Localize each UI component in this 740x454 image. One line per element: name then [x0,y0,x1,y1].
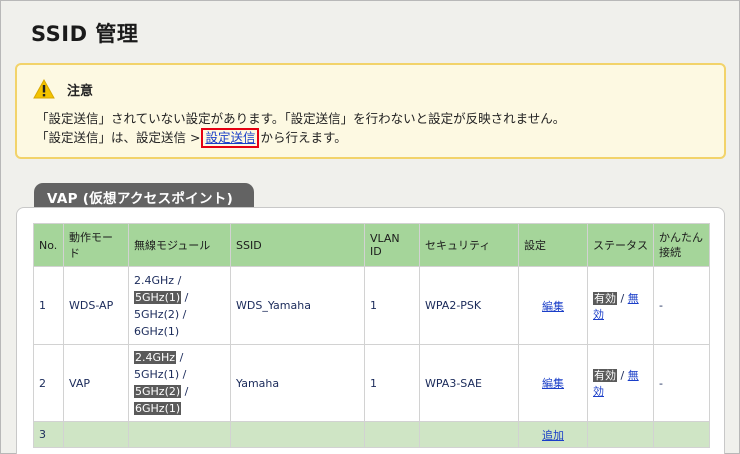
table-row: 1 WDS-AP 2.4GHz /5GHz(1) /5GHz(2) /6GHz(1)… [33,266,710,345]
col-easy-connect-line2: 接続 [659,246,681,259]
module-label-selected: 5GHz(2) [134,385,182,398]
table-cell [419,421,519,448]
table-cell [653,421,710,448]
col-ssid: SSID [230,223,365,267]
module-label: 6GHz(1) [134,324,180,338]
cell-no: 2 [33,344,64,422]
notice-line-2-suffix: から行えます。 [260,130,347,145]
cell-ssid: Yamaha [230,344,365,422]
module-item: 5GHz(1) / [134,289,225,306]
edit-link[interactable]: 編集 [542,300,564,313]
table-cell: 3 [33,421,64,448]
table-row-empty: 3 追加 [33,421,710,448]
warning-icon [33,79,55,99]
module-label: 5GHz(1) [134,368,180,381]
cell-easy-connect: - [653,344,710,422]
send-settings-link[interactable]: 設定送信 [201,128,260,148]
notice-line-2-prefix: 「設定送信」は、設定送信 > [36,130,201,145]
col-settings: 設定 [518,223,588,267]
table-cell [587,421,654,448]
cell-settings: 編集 [518,266,588,345]
module-label-selected: 2.4GHz [134,351,177,364]
cell-mode: WDS-AP [63,266,129,345]
module-separator: / [181,385,189,398]
col-vlan: VLAN ID [364,223,420,267]
vap-table-header: No. 動作モード 無線モジュール SSID VLAN ID セキュリティ 設定… [33,223,710,267]
module-separator: / [174,273,182,287]
status-separator: / [617,291,628,305]
vap-section-tab: VAP (仮想アクセスポイント) [34,183,254,207]
cell-no: 1 [33,266,64,345]
page-title: SSID 管理 [31,22,139,46]
table-cell: 追加 [518,421,588,448]
module-item: 2.4GHz / [134,272,225,289]
table-cell [63,421,129,448]
table-cell [364,421,420,448]
module-label: 2.4GHz [134,273,175,287]
notice-line-1: 「設定送信」されていない設定があります。「設定送信」を行わないと設定が反映されま… [36,111,566,126]
module-separator: / [179,307,187,321]
col-mode: 動作モード [63,223,129,267]
cell-easy-connect: - [653,266,710,345]
cell-module: 2.4GHz /5GHz(1) /5GHz(2) /6GHz(1) [128,344,231,422]
notice-line-2: 「設定送信」は、設定送信 > 設定送信 から行えます。 [36,127,347,148]
col-no: No. [33,223,64,267]
cell-ssid: WDS_Yamaha [230,266,365,345]
table-cell [230,421,365,448]
cell-status: 有効 / 無効 [587,344,654,422]
module-label-selected: 6GHz(1) [134,402,182,415]
notice-box: 注意 「設定送信」されていない設定があります。「設定送信」を行わないと設定が反映… [15,63,726,159]
cell-module: 2.4GHz /5GHz(1) /5GHz(2) /6GHz(1) [128,266,231,345]
vap-table: No. 動作モード 無線モジュール SSID VLAN ID セキュリティ 設定… [33,223,710,448]
module-item: 5GHz(2) / [134,383,225,400]
module-item: 6GHz(1) [134,323,225,340]
cell-vlan: 1 [364,266,420,345]
col-status: ステータス [587,223,654,267]
module-separator: / [176,351,184,364]
notice-title: 注意 [67,83,94,99]
module-label-selected: 5GHz(1) [134,290,182,304]
cell-status: 有効 / 無効 [587,266,654,345]
module-separator: / [181,290,189,304]
cell-security: WPA3-SAE [419,344,519,422]
edit-link[interactable]: 編集 [542,377,564,390]
col-security: セキュリティ [419,223,519,267]
cell-vlan: 1 [364,344,420,422]
notice-header: 注意 [33,79,93,99]
table-cell [128,421,231,448]
module-item: 5GHz(1) / [134,366,225,383]
module-item: 6GHz(1) [134,400,225,417]
status-enabled: 有効 [593,291,617,305]
table-row: 2 VAP 2.4GHz /5GHz(1) /5GHz(2) /6GHz(1) Yam… [33,344,710,422]
module-item: 5GHz(2) / [134,306,225,323]
cell-security: WPA2-PSK [419,266,519,345]
col-easy-connect-line1: かんたん [659,231,703,244]
status-enabled: 有効 [593,369,617,382]
cell-mode: VAP [63,344,129,422]
col-easy-connect: かんたん 接続 [653,223,710,267]
col-module: 無線モジュール [128,223,231,267]
add-vap-link[interactable]: 追加 [542,429,564,442]
status-separator: / [617,369,628,382]
cell-settings: 編集 [518,344,588,422]
module-item: 2.4GHz / [134,349,225,366]
module-separator: / [179,368,187,381]
module-label: 5GHz(2) [134,307,180,321]
